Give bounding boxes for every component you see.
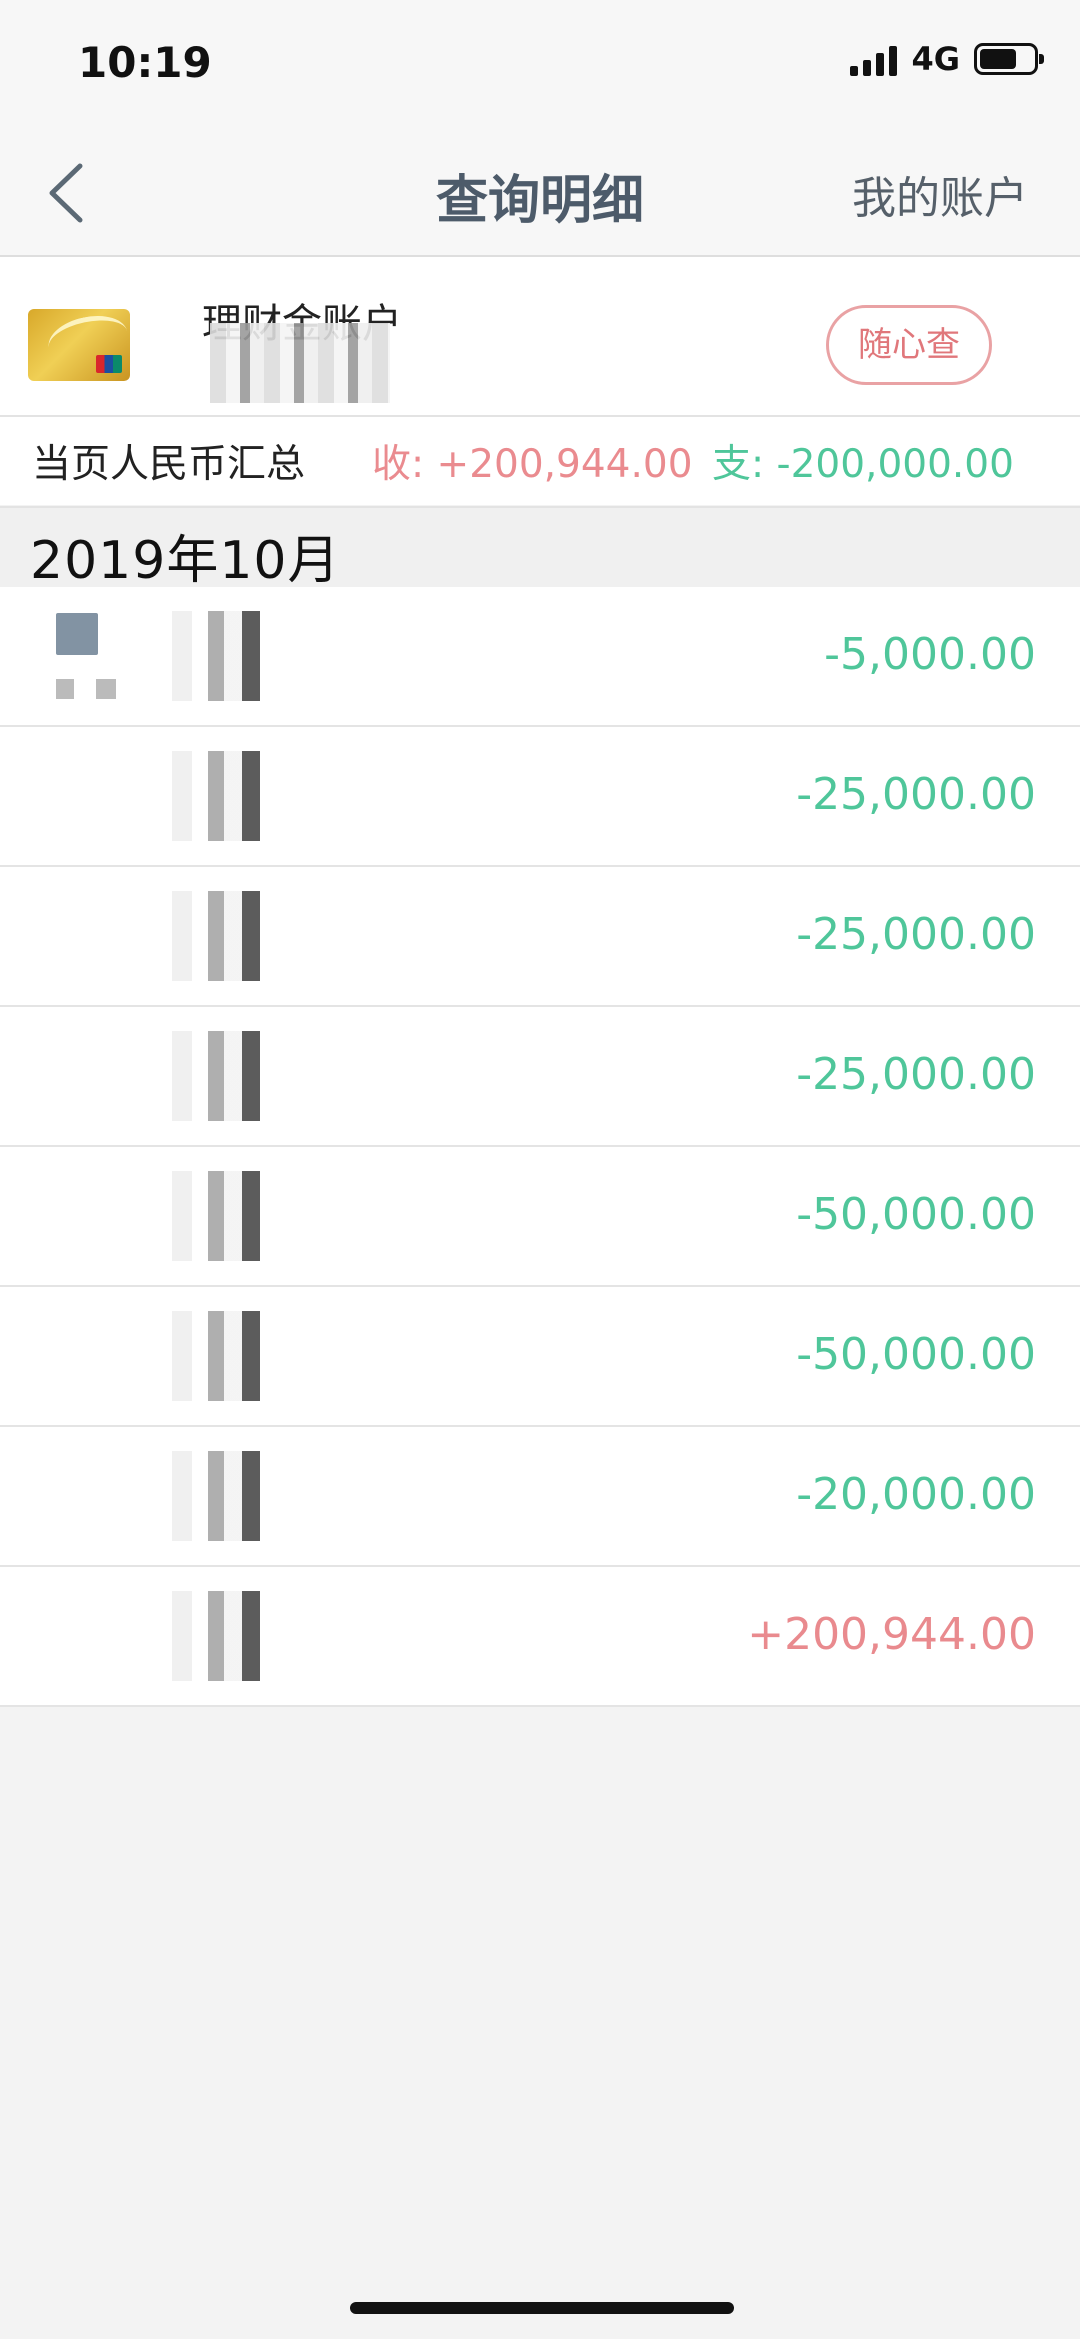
category-icon bbox=[56, 613, 98, 655]
summary-income: 收: +200,944.00 bbox=[372, 442, 693, 487]
masked-description bbox=[172, 1031, 272, 1121]
transaction-row[interactable]: -25,000.00 bbox=[0, 1007, 1080, 1147]
signal-icon bbox=[850, 42, 898, 76]
transaction-amount: -5,000.00 bbox=[824, 629, 1036, 680]
account-card: 理财金账户 随心查 bbox=[0, 257, 1080, 417]
transaction-amount: -50,000.00 bbox=[796, 1329, 1036, 1380]
summary-label: 当页人民币汇总 bbox=[32, 442, 306, 487]
transaction-row[interactable]: -5,000.00 bbox=[0, 587, 1080, 727]
query-button[interactable]: 随心查 bbox=[826, 305, 992, 385]
masked-description bbox=[172, 1591, 272, 1681]
transaction-amount: -50,000.00 bbox=[796, 1189, 1036, 1240]
my-account-link[interactable]: 我的账户 bbox=[852, 162, 1028, 226]
transaction-row[interactable]: -50,000.00 bbox=[0, 1287, 1080, 1427]
masked-category bbox=[56, 679, 116, 699]
transaction-row[interactable]: -25,000.00 bbox=[0, 727, 1080, 867]
masked-description bbox=[172, 891, 272, 981]
transaction-list: -5,000.00 -25,000.00 -25,000.00 -25,000.… bbox=[0, 587, 1080, 1707]
transaction-amount: +200,944.00 bbox=[747, 1609, 1036, 1660]
transaction-row[interactable]: -25,000.00 bbox=[0, 867, 1080, 1007]
home-indicator[interactable] bbox=[350, 2302, 734, 2314]
transaction-row[interactable]: +200,944.00 bbox=[0, 1567, 1080, 1707]
bank-card-icon bbox=[28, 309, 130, 381]
masked-description bbox=[172, 751, 272, 841]
masked-description bbox=[172, 1451, 272, 1541]
transaction-row[interactable]: -20,000.00 bbox=[0, 1427, 1080, 1567]
navigation-bar: 查询明细 我的账户 bbox=[0, 130, 1080, 257]
month-header: 2019年10月 bbox=[0, 506, 1080, 591]
masked-description bbox=[172, 1171, 272, 1261]
month-label: 2019年10月 bbox=[30, 531, 341, 591]
battery-icon bbox=[974, 43, 1044, 75]
masked-account-number bbox=[210, 323, 390, 403]
summary-row: 当页人民币汇总 收: +200,944.00 支: -200,000.00 bbox=[0, 417, 1080, 505]
transaction-amount: -25,000.00 bbox=[796, 909, 1036, 960]
transaction-row[interactable]: -50,000.00 bbox=[0, 1147, 1080, 1287]
transaction-amount: -25,000.00 bbox=[796, 1049, 1036, 1100]
network-label: 4G bbox=[911, 40, 960, 78]
masked-description bbox=[172, 1311, 272, 1401]
status-indicators: 4G bbox=[850, 40, 1044, 78]
status-time: 10:19 bbox=[78, 38, 212, 87]
summary-expense: 支: -200,000.00 bbox=[712, 442, 1014, 487]
transaction-amount: -20,000.00 bbox=[796, 1469, 1036, 1520]
transaction-amount: -25,000.00 bbox=[796, 769, 1036, 820]
status-bar: 10:19 4G bbox=[0, 0, 1080, 130]
masked-description bbox=[172, 611, 272, 701]
